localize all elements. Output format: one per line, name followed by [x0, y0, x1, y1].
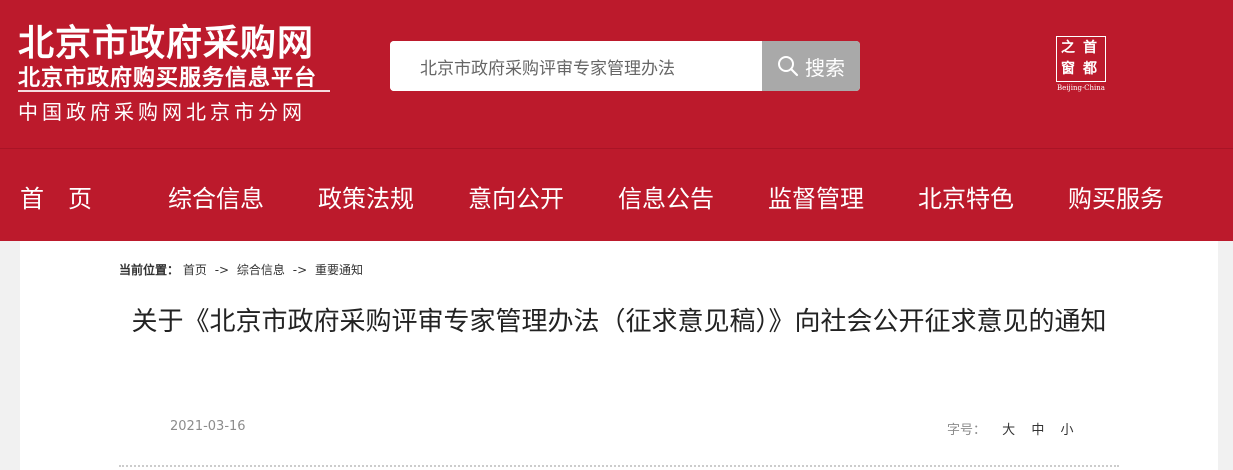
- emblem-char: 之: [1061, 40, 1075, 56]
- nav-item-policies[interactable]: 政策法规: [318, 179, 414, 214]
- logo-divider: [18, 90, 330, 92]
- search-button-label: 搜索: [805, 55, 845, 80]
- breadcrumb-separator: ->: [214, 263, 230, 277]
- breadcrumb-separator: ->: [292, 263, 308, 277]
- breadcrumb-home[interactable]: 首页: [183, 263, 207, 277]
- search-bar: 搜索: [390, 41, 860, 91]
- site-logo-subtitle-2: 中国政府采购网北京市分网: [18, 100, 306, 124]
- article-title: 关于《北京市政府采购评审专家管理办法（征求意见稿）》向社会公开征求意见的通知: [131, 307, 1107, 337]
- nav-item-beijing-features[interactable]: 北京特色: [918, 179, 1014, 214]
- breadcrumb-important-notice[interactable]: 重要通知: [315, 263, 363, 277]
- main-nav: 首 页 综合信息 政策法规 意向公开 信息公告 监督管理 北京特色 购买服务: [0, 148, 1233, 241]
- emblem-frame: 之 首 窗 都: [1056, 36, 1106, 82]
- breadcrumb-label: 当前位置：: [119, 263, 180, 277]
- emblem-char: 窗: [1061, 61, 1075, 77]
- search-input[interactable]: [390, 41, 762, 91]
- font-size-label: 字号：: [947, 423, 987, 438]
- article-date: 2021-03-16: [170, 419, 246, 434]
- breadcrumb: 当前位置： 首页 -> 综合信息 -> 重要通知: [119, 261, 363, 278]
- emblem-char: 首: [1083, 40, 1097, 56]
- emblem-char: 都: [1083, 61, 1097, 77]
- font-size-large-button[interactable]: 大: [1002, 423, 1015, 438]
- site-logo-subtitle: 北京市政府购买服务信息平台: [18, 66, 318, 91]
- nav-item-supervision[interactable]: 监督管理: [768, 179, 864, 214]
- nav-item-intent-disclosure[interactable]: 意向公开: [468, 179, 564, 214]
- font-size-medium-button[interactable]: 中: [1031, 423, 1044, 438]
- site-header: 北京市政府采购网 北京市政府购买服务信息平台 中国政府采购网北京市分网 搜索 之…: [0, 0, 1233, 148]
- article-divider: [119, 465, 1119, 467]
- nav-item-announcements[interactable]: 信息公告: [618, 179, 714, 214]
- nav-item-general-info[interactable]: 综合信息: [168, 179, 264, 214]
- site-logo-title[interactable]: 北京市政府采购网: [18, 14, 314, 66]
- font-size-small-button[interactable]: 小: [1060, 423, 1073, 438]
- emblem-caption: Beijing·China: [1057, 84, 1105, 92]
- nav-item-purchase-services[interactable]: 购买服务: [1068, 179, 1164, 214]
- capital-window-emblem[interactable]: 之 首 窗 都 Beijing·China: [1050, 36, 1112, 94]
- article-container: 当前位置： 首页 -> 综合信息 -> 重要通知 关于《北京市政府采购评审专家管…: [20, 241, 1218, 470]
- breadcrumb-general-info[interactable]: 综合信息: [237, 263, 285, 277]
- nav-item-home[interactable]: 首 页: [20, 179, 92, 214]
- search-icon: [777, 55, 799, 77]
- search-button[interactable]: 搜索: [762, 41, 860, 91]
- font-size-control: 字号： 大 中 小: [947, 419, 1073, 438]
